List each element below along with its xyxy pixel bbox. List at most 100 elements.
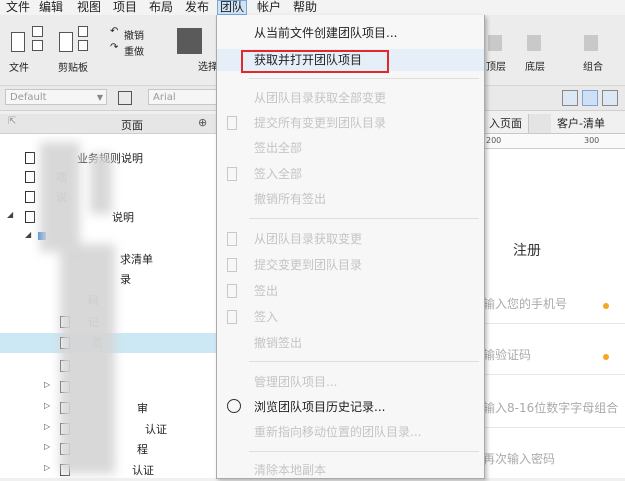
page-label: 审: [137, 402, 148, 415]
checkin-single-icon: [227, 310, 237, 324]
expand-arrow-icon[interactable]: ▷: [44, 463, 50, 472]
expand-arrow-icon[interactable]: ▷: [44, 442, 50, 451]
expand-arrow-icon[interactable]: ▷: [44, 401, 50, 410]
register-title: 注册: [513, 243, 541, 259]
page-label: 认证: [132, 464, 154, 477]
style-select-value: Default: [10, 92, 47, 103]
clipboard-group-label: 剪贴板: [58, 63, 88, 74]
align-right-icon[interactable]: [602, 90, 618, 106]
menu-separator: [249, 361, 479, 362]
page-label: 程: [137, 443, 148, 456]
file-group-label: 文件: [9, 63, 29, 74]
tab-customer-list[interactable]: 客户-清单: [551, 114, 625, 133]
expand-arrow-icon[interactable]: ▷: [44, 380, 50, 389]
redaction-blur: [40, 142, 80, 252]
style-select[interactable]: Default ▼: [5, 89, 107, 105]
save-icon[interactable]: [32, 26, 43, 37]
collapse-icon[interactable]: ⇱: [8, 116, 16, 127]
redo-button[interactable]: 重做: [124, 43, 144, 58]
menu-bar: 文件 编辑 视图 项目 布局 发布 团队 帐户 帮助: [0, 0, 625, 15]
menu-item-get-all-changes[interactable]: 从团队目录获取全部变更: [217, 87, 484, 109]
menu-item-undo-all-checkouts[interactable]: 撤销所有签出: [217, 188, 484, 210]
menu-item-checkout[interactable]: 签出: [217, 280, 484, 302]
copy-icon[interactable]: [78, 40, 88, 51]
menu-file[interactable]: 文件: [4, 0, 32, 15]
redo-icon[interactable]: ↷: [110, 42, 118, 53]
group-label: 组合: [583, 62, 603, 73]
chevron-down-icon: ▼: [96, 93, 103, 102]
confirm-password-field[interactable]: 再次输入密码: [483, 440, 625, 478]
undo-button[interactable]: 撤销: [124, 27, 144, 42]
collapse-arrow-icon[interactable]: ◢: [25, 230, 31, 239]
ruler: 200 300: [483, 134, 625, 149]
redaction-blur: [60, 244, 115, 474]
menu-separator: [249, 451, 479, 452]
page-icon: [25, 171, 35, 183]
ruler-tick-label: 300: [584, 136, 600, 145]
pages-panel-header: ⇱ 页面 ⊕: [0, 114, 216, 134]
menu-team[interactable]: 团队: [217, 0, 248, 15]
commit-icon: [227, 116, 237, 130]
new-file-icon[interactable]: [11, 32, 25, 52]
page-icon: [25, 191, 35, 203]
menu-separator: [249, 218, 479, 219]
group-icon[interactable]: [584, 35, 598, 51]
menu-item-checkin[interactable]: 签入: [217, 306, 484, 328]
menu-item-commit-all-changes[interactable]: 提交所有变更到团队目录: [217, 112, 484, 134]
undo-icon[interactable]: ↶: [110, 26, 118, 37]
font-select[interactable]: Arial: [148, 89, 218, 105]
tab-page[interactable]: 入页面: [483, 114, 529, 133]
menu-item-manage-team-project[interactable]: 管理团队项目...: [217, 371, 484, 393]
menu-layout[interactable]: 布局: [147, 0, 175, 15]
menu-item-checkin-all[interactable]: 签入全部: [217, 163, 484, 185]
expand-arrow-icon[interactable]: ▷: [44, 422, 50, 431]
page-icon: [25, 211, 35, 223]
menu-item-get-changes[interactable]: 从团队目录获取变更: [217, 228, 484, 250]
bring-to-front-icon[interactable]: [488, 35, 502, 51]
menu-item-repoint-team-directory[interactable]: 重新指向移动位置的团队目录...: [217, 421, 484, 443]
get-changes-icon: [227, 232, 237, 246]
add-page-icon[interactable]: ⊕: [198, 116, 207, 129]
menu-separator: [249, 78, 479, 79]
align-left-icon[interactable]: [562, 90, 578, 106]
select-tool-label: 选择: [198, 62, 218, 73]
menu-item-undo-checkout[interactable]: 撤销签出: [217, 332, 484, 354]
menu-edit[interactable]: 编辑: [37, 0, 65, 15]
paste-icon[interactable]: [59, 32, 73, 52]
verify-code-field[interactable]: 输验证码: [483, 336, 625, 375]
clock-icon: [227, 399, 241, 413]
open-icon[interactable]: [32, 40, 43, 51]
menu-project[interactable]: 项目: [111, 0, 139, 15]
phone-field[interactable]: 输入您的手机号: [483, 285, 625, 324]
menu-account[interactable]: 帐户: [255, 0, 283, 15]
pages-panel-title: 页面: [121, 119, 143, 132]
checkout-icon: [227, 284, 237, 298]
team-dropdown-menu: 从当前文件创建团队项目... 获取并打开团队项目 从团队目录获取全部变更 提交所…: [216, 15, 485, 479]
redaction-blur: [90, 154, 112, 214]
menu-item-checkout-all[interactable]: 签出全部: [217, 137, 484, 159]
bring-to-front-label: 顶层: [486, 62, 506, 73]
menu-view[interactable]: 视图: [75, 0, 103, 15]
format-painter-icon[interactable]: [118, 91, 132, 105]
menu-item-commit-changes[interactable]: 提交变更到团队目录: [217, 254, 484, 276]
password-placeholder: 输入8-16位数字字母组合: [483, 401, 619, 415]
align-center-icon[interactable]: [582, 90, 598, 106]
password-field[interactable]: 输入8-16位数字字母组合: [483, 389, 625, 428]
select-tool-icon[interactable]: [177, 28, 202, 54]
phone-placeholder: 输入您的手机号: [483, 297, 568, 311]
menu-item-browse-history[interactable]: 浏览团队项目历史记录...: [217, 396, 484, 418]
cut-icon[interactable]: [78, 26, 88, 37]
menu-publish[interactable]: 发布: [183, 0, 211, 15]
highlight-box: [241, 50, 389, 73]
connector-dot: [603, 303, 609, 309]
send-to-back-label: 底层: [525, 62, 545, 73]
verify-code-placeholder: 输验证码: [483, 348, 532, 362]
menu-help[interactable]: 帮助: [291, 0, 319, 15]
page-label: 说明: [112, 211, 134, 224]
design-canvas[interactable]: 注册 输入您的手机号 输验证码 输入8-16位数字字母组合 再次输入密码: [483, 149, 625, 478]
collapse-arrow-icon[interactable]: ◢: [7, 210, 13, 219]
menu-item-create-team-project[interactable]: 从当前文件创建团队项目...: [217, 22, 484, 44]
commit-changes-icon: [227, 258, 237, 272]
checkin-icon: [227, 167, 237, 181]
send-to-back-icon[interactable]: [527, 35, 541, 51]
